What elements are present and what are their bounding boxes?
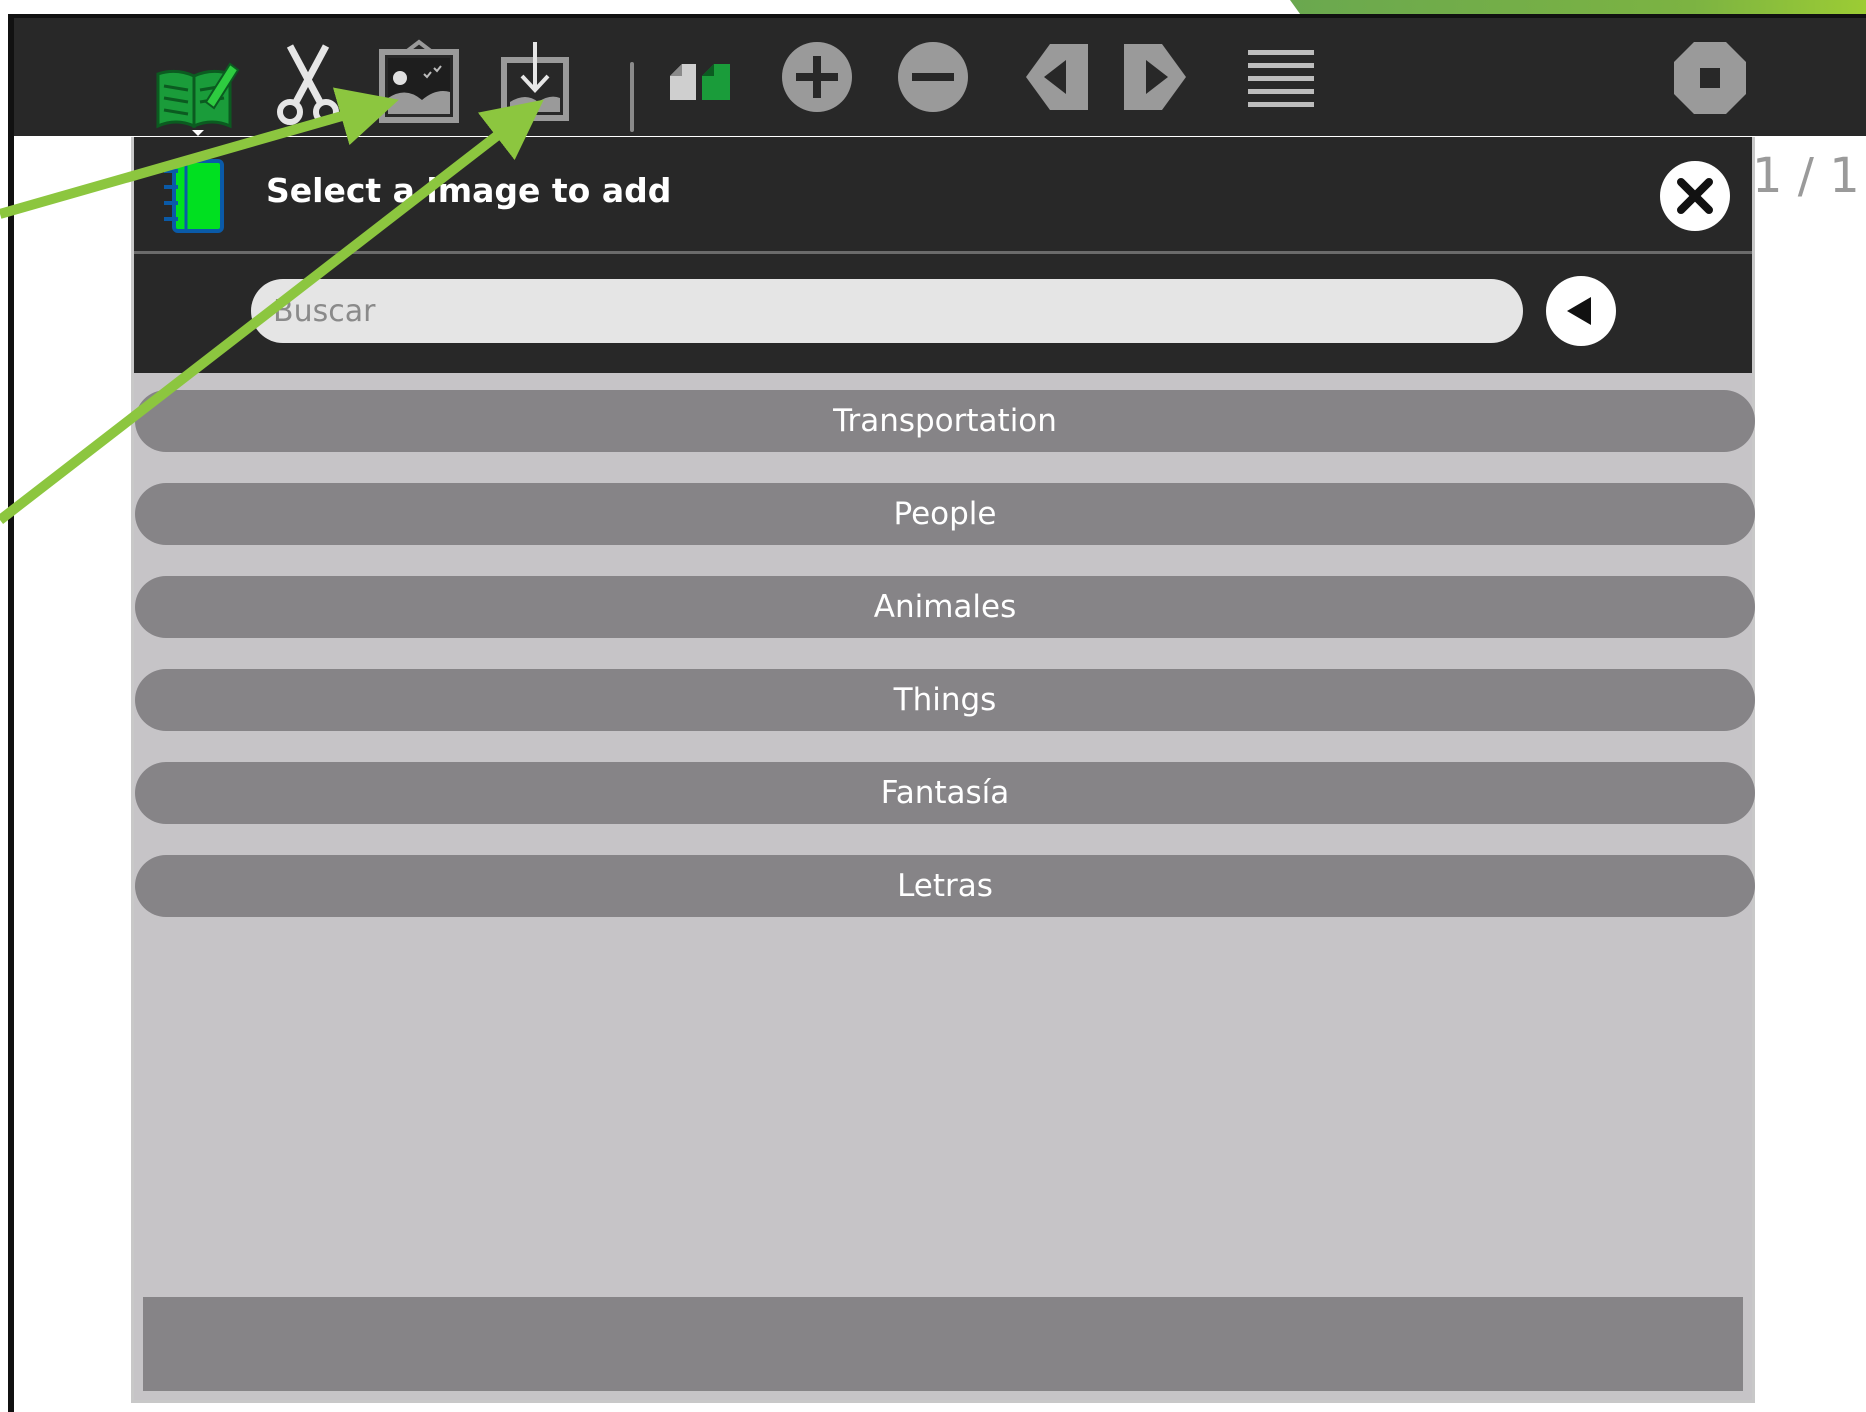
close-button[interactable] xyxy=(1660,161,1730,231)
back-arrow-icon xyxy=(1567,297,1591,325)
category-transportation[interactable]: Transportation xyxy=(135,390,1755,452)
toolbar xyxy=(14,18,1866,136)
search-back-button[interactable] xyxy=(1546,276,1616,346)
stop-icon xyxy=(1674,42,1746,114)
stop-button[interactable] xyxy=(1672,40,1748,116)
previous-icon xyxy=(1026,44,1088,110)
window-border-left xyxy=(8,14,14,1412)
zoom-out-button[interactable] xyxy=(896,40,970,114)
zoom-out-icon xyxy=(898,42,968,112)
import-image-icon xyxy=(501,42,569,121)
search-input[interactable] xyxy=(251,279,1523,343)
next-icon xyxy=(1124,44,1186,110)
category-animales[interactable]: Animales xyxy=(135,576,1755,638)
import-image-button[interactable] xyxy=(498,36,572,130)
activity-button[interactable] xyxy=(148,40,242,138)
select-image-dialog: Select a image to add Transportation Peo… xyxy=(131,137,1755,1403)
category-letras[interactable]: Letras xyxy=(135,855,1755,917)
layout-button[interactable] xyxy=(662,56,742,120)
category-things[interactable]: Things xyxy=(135,669,1755,731)
activity-icon xyxy=(156,62,240,136)
toolbar-separator xyxy=(630,62,634,132)
add-image-icon xyxy=(379,39,459,123)
category-fantasia[interactable]: Fantasía xyxy=(135,762,1755,824)
menu-button[interactable] xyxy=(1244,46,1318,110)
dialog-title: Select a image to add xyxy=(266,171,672,210)
page-counter: 1 / 1 xyxy=(1752,148,1860,204)
cut-button[interactable] xyxy=(270,40,346,130)
cut-icon xyxy=(277,44,339,125)
dialog-header: Select a image to add xyxy=(134,137,1752,254)
screenshot-page: 1 / 1 Select a image to add Buscar Trans… xyxy=(0,0,1866,1412)
previous-button[interactable] xyxy=(1018,40,1092,114)
dialog-footer xyxy=(143,1297,1743,1391)
zoom-in-icon xyxy=(782,42,852,112)
notebook-icon xyxy=(164,159,224,233)
layout-icon xyxy=(670,64,730,100)
close-icon xyxy=(1677,178,1713,214)
menu-icon xyxy=(1248,50,1314,107)
add-image-button[interactable] xyxy=(376,36,462,130)
zoom-in-button[interactable] xyxy=(780,40,854,114)
search-bar xyxy=(134,254,1752,373)
category-people[interactable]: People xyxy=(135,483,1755,545)
next-button[interactable] xyxy=(1120,40,1194,114)
